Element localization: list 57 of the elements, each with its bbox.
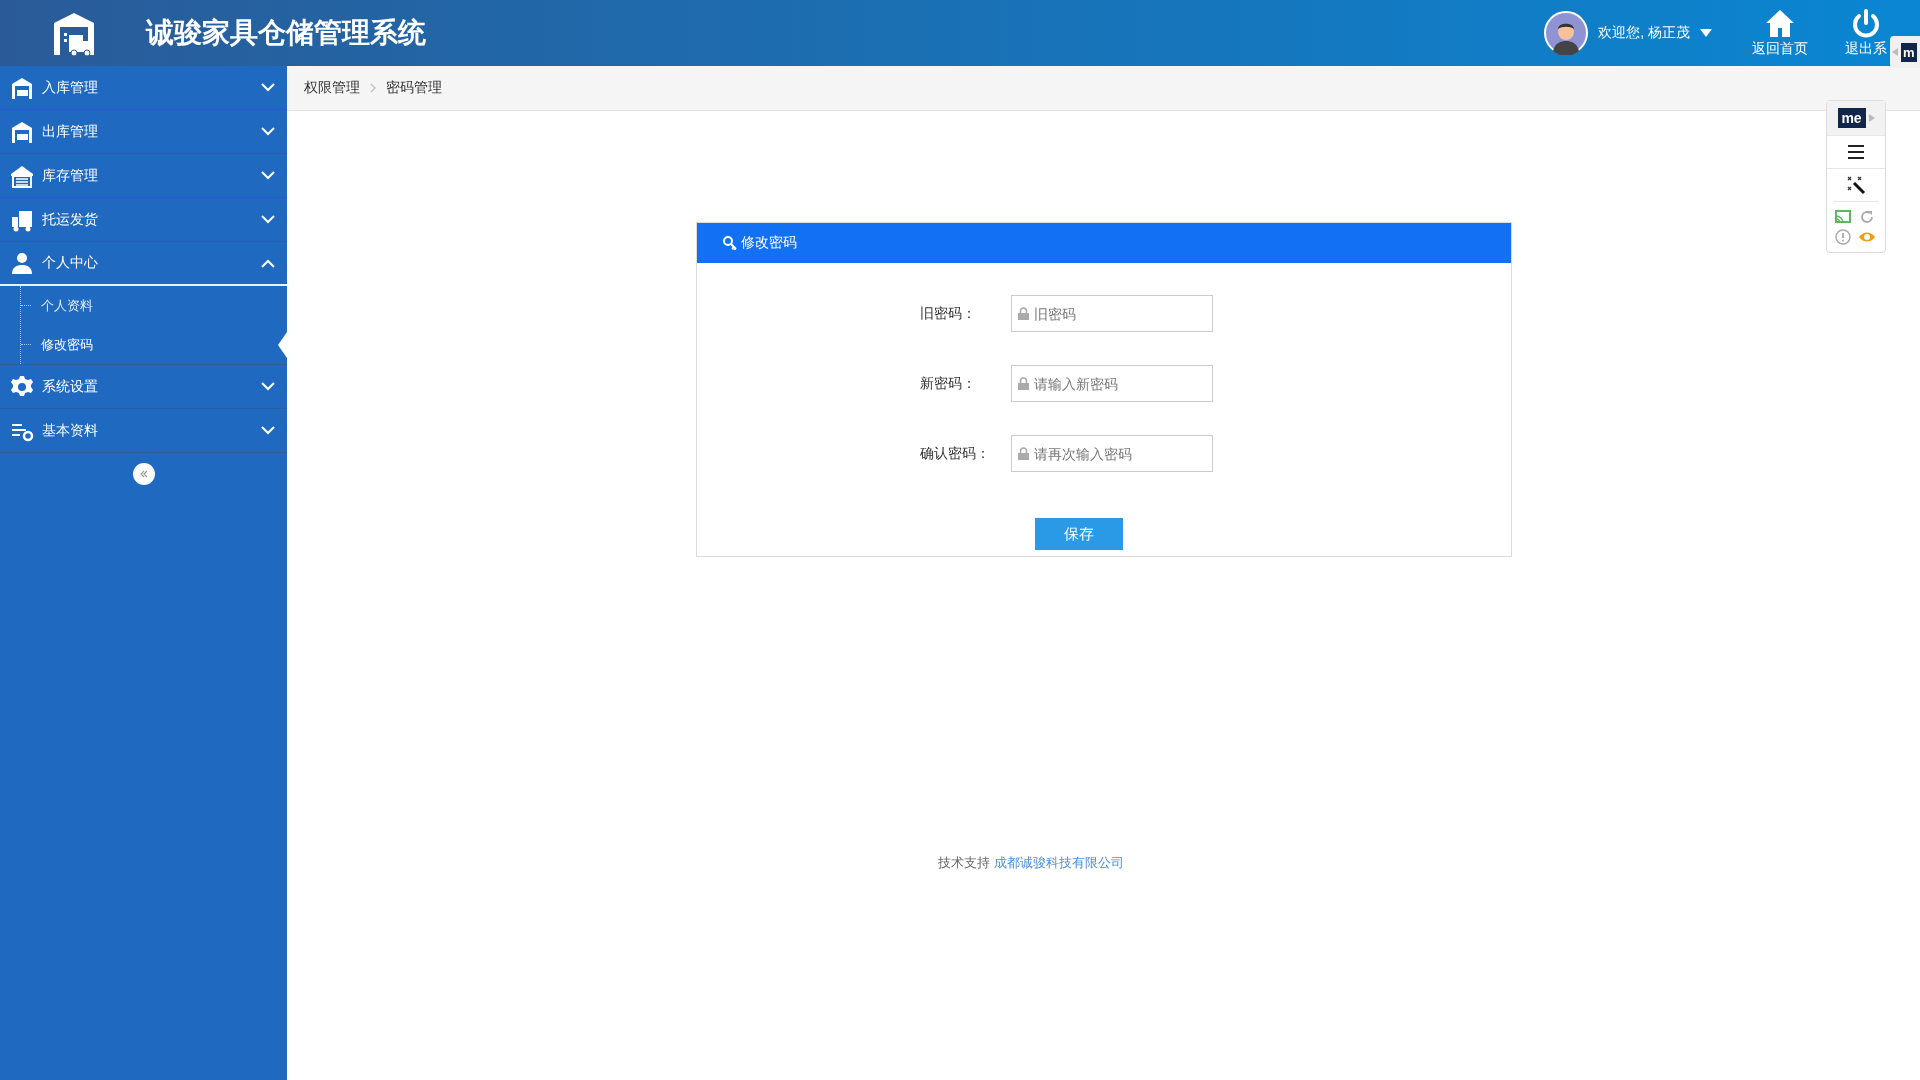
- sidebar-item[interactable]: 个人中心: [0, 242, 287, 286]
- triangle-left-icon: [1892, 48, 1898, 56]
- key-icon: [723, 236, 737, 250]
- chevron-up-icon: [261, 258, 275, 268]
- extension-logo[interactable]: me: [1837, 108, 1866, 128]
- save-button[interactable]: 保存: [1035, 518, 1123, 550]
- lock-icon: [1017, 307, 1029, 320]
- card-title: 修改密码: [741, 234, 797, 252]
- chevron-down-icon: [261, 171, 275, 180]
- company-link[interactable]: 成都诚骏科技有限公司: [993, 854, 1124, 872]
- logout-button[interactable]: 退出系: [1845, 8, 1887, 58]
- sidebar-item[interactable]: 系统设置: [0, 365, 287, 409]
- triangle-right-icon[interactable]: [1868, 114, 1875, 122]
- power-icon: [1850, 8, 1882, 38]
- refresh-icon[interactable]: [1858, 208, 1876, 226]
- sidebar-subitem[interactable]: 修改密码: [0, 325, 287, 364]
- chevron-down-icon: [261, 215, 275, 224]
- field-label: 确认密码：: [919, 444, 991, 463]
- password-field[interactable]: 请输入新密码: [1010, 365, 1213, 402]
- home-button[interactable]: 返回首页: [1752, 8, 1808, 58]
- extension-edge-tab[interactable]: m: [1890, 36, 1920, 68]
- sidebar-item[interactable]: 出库管理: [0, 110, 287, 154]
- sidebar-item[interactable]: 基本资料: [0, 409, 287, 453]
- sidebar-item[interactable]: 入库管理: [0, 66, 287, 110]
- home-icon: [1764, 8, 1796, 38]
- field-label: 新密码：: [919, 374, 977, 393]
- alert-icon[interactable]: [1834, 228, 1852, 246]
- chevron-down-icon: [261, 382, 275, 391]
- user-icon: [10, 251, 34, 275]
- sidebar-subitem[interactable]: 个人资料: [0, 286, 287, 325]
- chevron-right-icon: [370, 83, 376, 93]
- collapse-button[interactable]: [132, 463, 155, 485]
- breadcrumb-link[interactable]: 密码管理: [386, 79, 442, 97]
- avatar-icon: [1544, 11, 1589, 55]
- sidebar-item[interactable]: 托运发货: [0, 198, 287, 242]
- warehouse-icon: [10, 119, 34, 144]
- app-title: 诚骏家具仓储管理系统: [146, 16, 426, 50]
- double-chevron-left-icon: [138, 469, 149, 479]
- warehouse-icon: [10, 75, 34, 100]
- breadcrumb-link[interactable]: 权限管理: [304, 79, 360, 97]
- field-label: 旧密码：: [919, 304, 977, 323]
- password-field[interactable]: 旧密码: [1010, 295, 1213, 332]
- welcome-text: 欢迎您, 杨正茂: [1598, 24, 1690, 42]
- chevron-down-icon: [261, 426, 275, 435]
- support-text: 技术支持: [937, 854, 990, 872]
- chevron-down-icon: [261, 127, 275, 136]
- lock-icon: [1017, 377, 1029, 390]
- lock-icon: [1017, 447, 1029, 460]
- sidebar-item[interactable]: 库存管理: [0, 154, 287, 198]
- cast-icon[interactable]: [1834, 208, 1852, 226]
- password-field[interactable]: 请再次输入密码: [1010, 435, 1213, 472]
- settings-icon: [10, 374, 34, 399]
- caret-icon[interactable]: [1700, 29, 1712, 37]
- garage-icon: [10, 163, 34, 188]
- magic-wand-icon[interactable]: [1845, 174, 1867, 196]
- chevron-down-icon: [261, 83, 275, 92]
- selection-pointer-icon: [278, 332, 287, 358]
